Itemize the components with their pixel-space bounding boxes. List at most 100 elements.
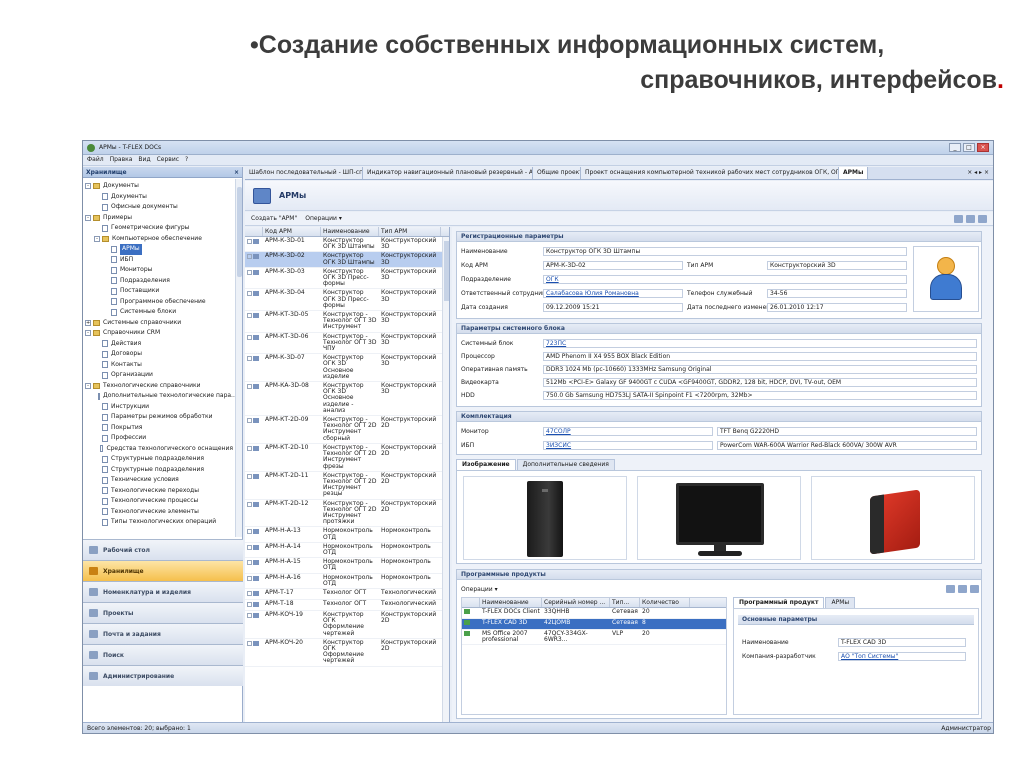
tree-item[interactable]: Параметры режимов обработки [85,412,233,423]
tree-item[interactable]: ИБП [85,255,233,266]
nav-button[interactable]: Почта и задания [83,623,243,644]
monitor-code-field[interactable]: 47СОЛР [543,427,713,436]
panel-close-icon[interactable]: × [234,169,239,176]
programs-operations-button[interactable]: Операции ▾ [461,586,498,593]
tree-item[interactable]: Технологические элементы [85,507,233,518]
table-row[interactable]: АРМ-КА-3D-08 Конструктор ОГК 3D Основное … [245,382,449,417]
tree-item[interactable]: Типы технологических операций [85,517,233,528]
nav-button[interactable]: Администрирование [83,665,243,686]
expand-icon[interactable] [247,334,252,340]
menu-view[interactable]: Вид [138,156,150,164]
maximize-button[interactable]: □ [963,143,975,152]
table-row[interactable]: АРМ-КТ-2D-10 Конструктор - Технолог ОГТ 2… [245,444,449,472]
expand-icon[interactable] [247,601,252,607]
table-row[interactable]: АРМ-КТ-3D-05 Конструктор - Технолог ОГТ 3… [245,311,449,333]
tree-item[interactable]: Инструкции [85,402,233,413]
table-row[interactable]: АРМ-КТ-3D-06 Конструктор - Технолог ОГТ 3… [245,333,449,355]
tree-item[interactable]: - Справочники CRM [85,328,233,339]
expand-icon[interactable] [247,239,252,244]
tree-item[interactable]: Структурные подразделения [85,454,233,465]
tree-item[interactable]: Офисные документы [85,202,233,213]
operations-button[interactable]: Операции ▾ [305,215,342,222]
ram-field[interactable]: DDR3 1024 Mb (pc-10660) 1333MHz Samsung … [543,365,977,374]
print-icon[interactable] [954,214,963,223]
expand-icon[interactable] [247,254,252,260]
table-row[interactable]: T-FLEX DOCs Client 33QHHB Сетевая 20 [462,608,726,619]
expand-icon[interactable] [247,560,252,566]
tab-additional-info[interactable]: Дополнительные сведения [516,459,615,470]
responsible-field[interactable]: Салабасова Юлия Романовна [543,289,683,298]
table-row[interactable]: АРМ-К-3D-03 Конструктор ОГК 3D Пресс-форм… [245,268,449,290]
expand-icon[interactable] [247,544,252,550]
expand-icon[interactable] [247,612,252,618]
tree-item[interactable]: Технические условия [85,475,233,486]
expand-icon[interactable] [247,575,252,581]
table-row[interactable]: АРМ-К-3D-02 Конструктор ОГК 3D Штампы Конс… [245,252,449,268]
pp-vendor-field[interactable]: АО "Топ Системы" [838,652,966,661]
nav-button[interactable]: Проекты [83,602,243,623]
tab-program-product[interactable]: Программный продукт [733,597,825,608]
table-row[interactable]: АРМ-Н-А-14 Нормоконтроль ОТД Нормоконтроль [245,543,449,559]
menu-service[interactable]: Сервис [157,156,179,164]
tree-item[interactable]: + Системные справочники [85,318,233,329]
phone-field[interactable]: 34-56 [767,289,907,298]
expand-icon[interactable]: + [85,319,91,326]
document-tab[interactable]: Индикатор навигационный плановый резервн… [363,167,533,179]
table-row[interactable]: АРМ-Т-17 Технолог ОГТ Технологический [245,589,449,600]
tab-program-arms[interactable]: АРМы [825,597,856,608]
table-row[interactable]: АРМ-К-3D-07 Конструктор ОГК 3D Основное и… [245,354,449,383]
grid-scroll-thumb[interactable] [444,241,449,301]
expand-icon[interactable] [247,313,252,319]
tree-item[interactable]: Профессии [85,433,233,444]
menu-edit[interactable]: Правка [110,156,133,164]
tree-item[interactable]: Программное обеспечение [85,297,233,308]
collapse-icon[interactable]: - [85,183,91,190]
table-row[interactable]: АРМ-Н-А-15 Нормоконтроль ОТД Нормоконтроль [245,558,449,574]
tree-scrollbar[interactable] [235,179,242,537]
programs-view-icon[interactable] [958,585,967,593]
tree-item[interactable]: Поставщики [85,286,233,297]
table-row[interactable]: АРМ-Н-А-13 Нормоконтроль ОТД Нормоконтроль [245,527,449,543]
cpu-field[interactable]: AMD Phenom II X4 955 BOX Black Edition [543,352,977,361]
tree-item[interactable]: Геометрические фигуры [85,223,233,234]
programs-column-name[interactable]: Наименование [480,598,542,607]
grid-scrollbar[interactable] [442,237,449,723]
tree-item[interactable]: Документы [85,192,233,203]
document-tab[interactable]: Шаблон последовательный - ШП-сп.10 [245,167,363,179]
view-icon[interactable] [966,214,975,223]
tree-item[interactable]: Мониторы [85,265,233,276]
modified-field[interactable]: 26.01.2010 12:17 [767,303,907,312]
nav-button[interactable]: Рабочий стол [83,539,243,560]
tree-item[interactable]: Системные блоки [85,307,233,318]
table-row[interactable]: АРМ-К-3D-01 Конструктор ОГК 3D Штампы Конс… [245,237,449,253]
nav-button[interactable]: Поиск [83,644,243,665]
code-field[interactable]: АРМ-К-3D-02 [543,261,683,270]
table-row[interactable]: T-FLEX CAD 3D 42ЦОМВ Сетевая 8 [462,619,726,630]
table-row[interactable]: АРМ-КТ-2D-11 Конструктор - Технолог ОГТ 2… [245,472,449,500]
programs-print-icon[interactable] [946,585,955,593]
tab-image[interactable]: Изображение [456,459,516,470]
ups-field[interactable]: PowerCom WAR-600A Warrior Red-Black 600V… [717,441,977,450]
tree-item[interactable]: Организации [85,370,233,381]
expand-icon[interactable] [247,291,252,297]
tree-item[interactable]: Контакты [85,360,233,371]
collapse-icon[interactable]: - [94,235,100,242]
type-field[interactable]: Конструкторский 3D [767,261,907,270]
table-row[interactable]: АРМ-КОЧ-19 Конструктор ОГК Оформление чер… [245,611,449,639]
table-row[interactable]: АРМ-КТ-2D-12 Конструктор - Технолог ОГТ 2… [245,500,449,528]
expand-icon[interactable] [247,269,252,275]
expand-icon[interactable] [247,529,252,535]
tree-item[interactable]: - Компьютерное обеспечение [85,234,233,245]
expand-icon[interactable] [247,445,252,451]
collapse-icon[interactable]: - [85,214,91,221]
programs-column-type[interactable]: Тип... [610,598,640,607]
document-tab[interactable]: Проект оснащения компьютерной техникой р… [581,167,839,179]
collapse-icon[interactable]: - [85,382,91,389]
expand-icon[interactable] [247,418,252,424]
block-field[interactable]: 723ПС [543,339,977,348]
dept-field[interactable]: ОГК [543,275,907,284]
column-name[interactable]: Наименование [321,227,379,236]
tree-scroll-thumb[interactable] [237,187,242,277]
tree-item[interactable]: Договоры [85,349,233,360]
column-type[interactable]: Тип АРМ [379,227,441,236]
